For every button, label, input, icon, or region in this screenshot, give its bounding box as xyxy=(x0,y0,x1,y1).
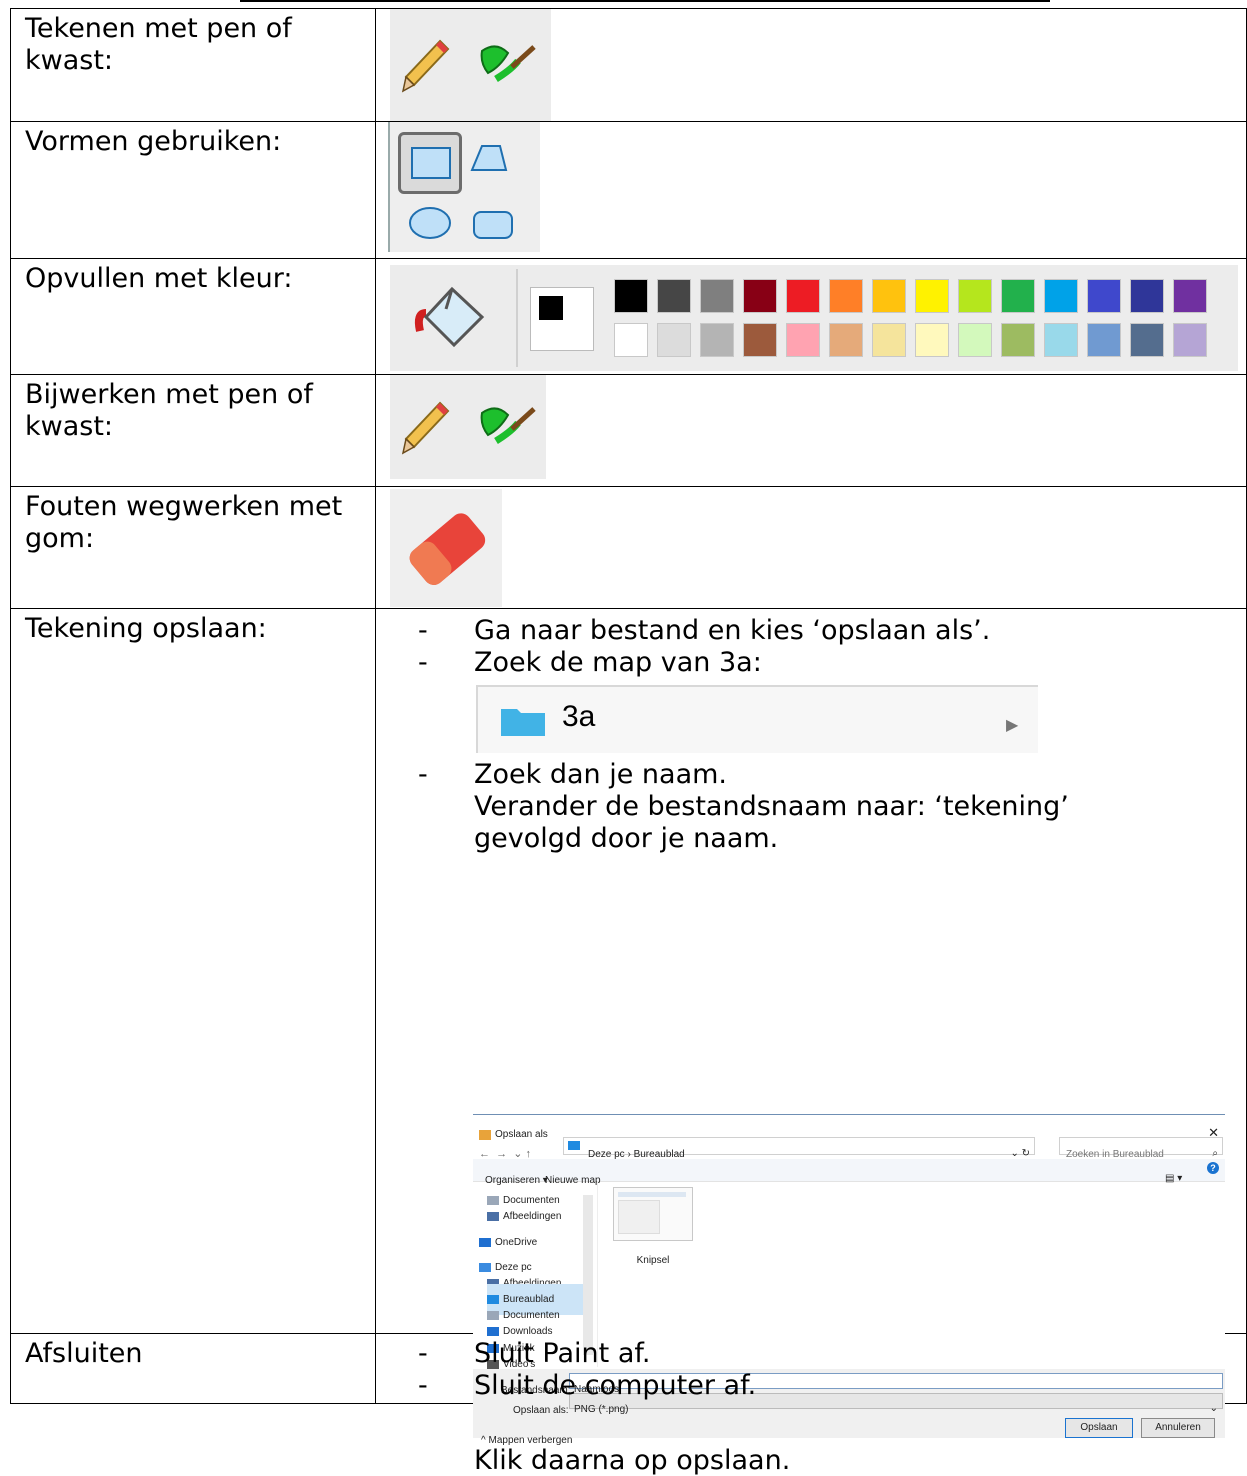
save-after: Klik daarna op opslaan. xyxy=(474,1445,791,1476)
row-fill: Opvullen met kleur: xyxy=(10,258,1247,375)
current-color-box[interactable] xyxy=(530,287,594,351)
eraser-tool xyxy=(390,489,502,607)
row-save: Tekening opslaan: - Ga naar bestand en ki… xyxy=(10,608,1247,1476)
expand-arrow-icon: ▶ xyxy=(1006,715,1019,734)
touchup-tools xyxy=(390,375,546,479)
help-icon[interactable]: ? xyxy=(1207,1162,1219,1174)
search-box[interactable]: Zoeken in Bureaublad ⌕ xyxy=(1059,1137,1223,1160)
color-swatch[interactable] xyxy=(1173,279,1207,313)
pencil-icon xyxy=(400,35,452,95)
file-thumbnail xyxy=(613,1187,693,1241)
save-step-3b: Verander de bestandsnaam naar: ‘tekening… xyxy=(474,791,1069,822)
save-step-3a: Zoek dan je naam. xyxy=(474,759,728,790)
color-swatch[interactable] xyxy=(700,323,734,357)
ellipse-shape-icon[interactable] xyxy=(408,206,452,240)
color-swatch[interactable] xyxy=(614,279,648,313)
color-swatch[interactable] xyxy=(915,323,949,357)
eraser-icon[interactable] xyxy=(396,501,496,597)
save-step-1: Ga naar bestand en kies ‘opslaan als’. xyxy=(474,615,991,646)
color-swatch[interactable] xyxy=(829,279,863,313)
label-eraser: Fouten wegwerken met gom: xyxy=(10,486,376,609)
color-swatch[interactable] xyxy=(1044,279,1078,313)
label-shapes: Vormen gebruiken: xyxy=(10,121,376,259)
row-close: Afsluiten - Sluit Paint af. - Sluit de com… xyxy=(10,1333,1247,1404)
row-draw: Tekenen met pen of kwast: xyxy=(10,8,1247,122)
color-swatch[interactable] xyxy=(872,279,906,313)
shapes-panel xyxy=(388,122,540,252)
row-shapes: Vormen gebruiken: xyxy=(10,121,1247,259)
label-draw: Tekenen met pen of kwast: xyxy=(10,8,376,122)
save-step-2: Zoek de map van 3a: xyxy=(474,647,762,678)
instruction-table: Tekenen met pen of kwast: Vormen gebruik… xyxy=(10,8,1247,1476)
color-swatch[interactable] xyxy=(1130,279,1164,313)
color-swatch[interactable] xyxy=(1044,323,1078,357)
color-swatch[interactable] xyxy=(614,323,648,357)
color-swatch[interactable] xyxy=(700,279,734,313)
color-swatch[interactable] xyxy=(958,323,992,357)
label-close: Afsluiten xyxy=(10,1333,376,1404)
color-swatch[interactable] xyxy=(786,323,820,357)
folder-row[interactable]: 3a ▶ xyxy=(476,685,1038,753)
color-swatch[interactable] xyxy=(1001,279,1035,313)
file-item[interactable]: Knipsel xyxy=(613,1187,693,1276)
row-eraser: Fouten wegwerken met gom: xyxy=(10,486,1247,609)
folder-icon xyxy=(501,709,545,736)
file-name: Knipsel xyxy=(636,1255,670,1266)
folder-name: 3a xyxy=(562,700,596,733)
cancel-button[interactable]: Annuleren xyxy=(1141,1418,1215,1438)
color-swatch[interactable] xyxy=(1001,323,1035,357)
close-step-2: Sluit de computer af. xyxy=(474,1370,757,1401)
draw-tools xyxy=(390,9,551,121)
brush-icon xyxy=(478,401,538,453)
label-touchup: Bijwerken met pen of kwast: xyxy=(10,374,376,487)
color-swatch[interactable] xyxy=(1087,279,1121,313)
close-step-1: Sluit Paint af. xyxy=(474,1338,651,1369)
paint-app-icon xyxy=(479,1129,491,1140)
nav-scrollbar[interactable] xyxy=(583,1195,593,1355)
color-swatch[interactable] xyxy=(743,323,777,357)
color-swatch[interactable] xyxy=(657,279,691,313)
label-fill: Opvullen met kleur: xyxy=(10,258,376,375)
rounded-rect-shape-icon[interactable] xyxy=(472,210,514,240)
nav-item-icon xyxy=(479,1238,491,1248)
save-button[interactable]: Opslaan xyxy=(1065,1418,1133,1438)
color-swatch[interactable] xyxy=(958,279,992,313)
color-swatch[interactable] xyxy=(786,279,820,313)
row-touchup: Bijwerken met pen of kwast: xyxy=(10,374,1247,487)
brush-icon xyxy=(478,39,538,91)
header-underline xyxy=(240,0,1050,7)
color-palette xyxy=(614,275,1234,363)
color-swatch[interactable] xyxy=(915,279,949,313)
color-swatch[interactable] xyxy=(1173,323,1207,357)
save-step-3c: gevolgd door je naam. xyxy=(474,823,779,854)
label-save: Tekening opslaan: xyxy=(10,608,376,1334)
pencil-icon xyxy=(400,397,452,457)
address-bar[interactable]: Deze pc › Bureaublad ⌄ ↻ xyxy=(563,1137,1035,1160)
computer-icon xyxy=(568,1141,580,1150)
color-swatch[interactable] xyxy=(1087,323,1121,357)
color-swatch[interactable] xyxy=(1130,323,1164,357)
color-swatch[interactable] xyxy=(829,323,863,357)
nav-item-icon xyxy=(487,1212,499,1222)
fill-bucket-icon[interactable] xyxy=(406,283,496,353)
rectangle-shape-icon[interactable] xyxy=(398,132,462,194)
fill-panel xyxy=(390,265,1238,371)
polygon-shape-icon[interactable] xyxy=(470,144,510,174)
color-swatch[interactable] xyxy=(872,323,906,357)
color-swatch[interactable] xyxy=(657,323,691,357)
view-icon[interactable]: ▤ ▾ xyxy=(1165,1163,1182,1194)
color-swatch[interactable] xyxy=(743,279,777,313)
